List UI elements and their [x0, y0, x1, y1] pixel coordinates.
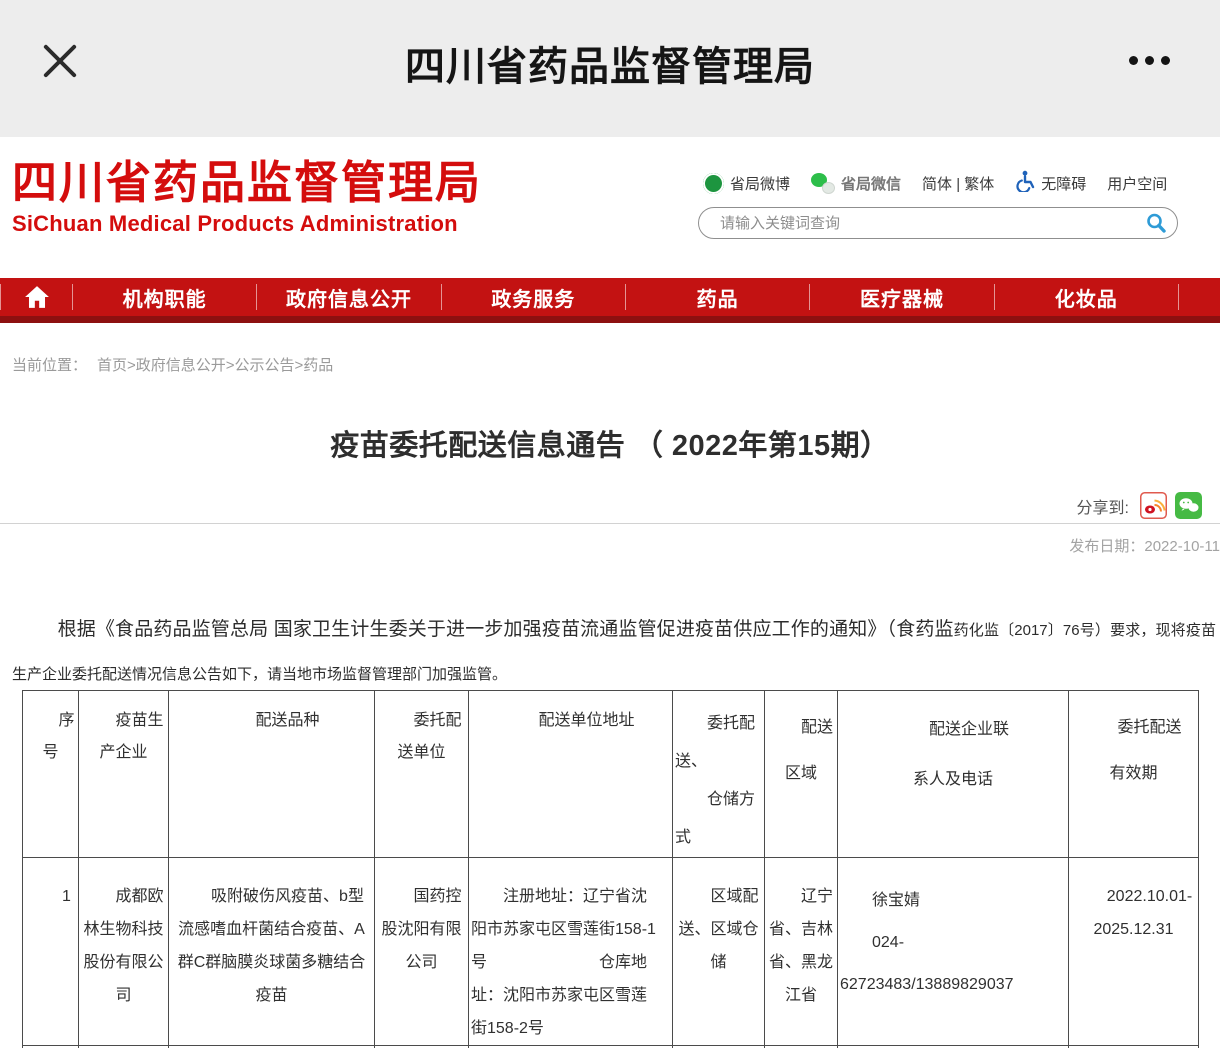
paragraph-main: 根据《食品药品监管总局 国家卫生计生委关于进一步加强疫苗流通监管促进疫苗供应工作…: [58, 619, 954, 640]
home-icon: [24, 285, 50, 309]
site-header: 四川省药品监督管理局 SiChuan Medical Products Admi…: [0, 137, 1220, 278]
wechat-page-title: 四川省药品监督管理局: [0, 34, 1220, 92]
share-label: 分享到:: [1077, 494, 1129, 518]
cell-delivery-company: 国药控 股沈阳有限 公司: [375, 858, 469, 1046]
nav-item-services[interactable]: 政务服务: [442, 278, 625, 316]
cell-product: 吸附破伤风疫苗、b型 流感嗜血杆菌结合疫苗、A 群C群脑膜炎球菌多糖结合 疫苗: [169, 858, 375, 1046]
breadcrumb-label: 当前位置：: [12, 357, 87, 374]
nav-item-gov-info[interactable]: 政府信息公开: [257, 278, 440, 316]
header-contact: 配送企业联 系人及电话: [838, 691, 1069, 858]
search-icon: [1145, 212, 1167, 234]
accessibility-link[interactable]: 无障碍: [1015, 170, 1086, 196]
wechat-link[interactable]: 省局微信: [811, 173, 901, 194]
header-manufacturer: 疫苗生 产企业: [79, 691, 169, 858]
page-title: 疫苗委托配送信息通告 （ 2022年第15期）: [0, 422, 1220, 464]
header-serial: 序 号: [23, 691, 79, 858]
share-weibo-icon[interactable]: [1140, 492, 1167, 519]
weibo-link[interactable]: 省局微博: [703, 173, 790, 194]
breadcrumb: 当前位置： 首页>政府信息公开>公示公告>药品: [12, 354, 333, 375]
divider: [0, 523, 1220, 524]
cell-contact: 徐宝婧 024- 62723483/13889829037: [838, 858, 1069, 1046]
share-row: 分享到:: [1077, 492, 1202, 519]
more-menu-icon[interactable]: [1129, 56, 1170, 65]
table-row: 1 成都欧 林生物科技 股份有限公 司 吸附破伤风疫苗、b型 流感嗜血杆菌结合疫…: [23, 858, 1199, 1046]
wechat-titlebar: 四川省药品监督管理局: [0, 0, 1220, 137]
body-paragraph: 根据《食品药品监管总局 国家卫生计生委关于进一步加强疫苗流通监管促进疫苗供应工作…: [12, 608, 1216, 696]
wechat-icon: [811, 173, 835, 194]
header-delivery-company: 委托配 送单位: [375, 691, 469, 858]
header-product: 配送品种: [169, 691, 375, 858]
header-company-address: 配送单位地址: [469, 691, 673, 858]
cell-serial: 1: [23, 858, 79, 1046]
page: 四川省药品监督管理局 四川省药品监督管理局 SiChuan Medical Pr…: [0, 0, 1220, 1048]
breadcrumb-path[interactable]: 首页>政府信息公开>公示公告>药品: [97, 357, 333, 374]
cell-company-address: 注册地址：辽宁省沈 阳市苏家屯区雪莲街158-1 号 仓库地 址：沈阳市苏家屯区…: [469, 858, 673, 1046]
main-nav: 机构职能 政府信息公开 政务服务 药品 医疗器械 化妆品: [0, 278, 1220, 323]
table-header-row: 序 号 疫苗生 产企业 配送品种 委托配 送单位 配送单位地址 委托配 送、 仓…: [23, 691, 1199, 858]
header-validity: 委托配送 有效期: [1069, 691, 1199, 858]
nav-item-cosmetics[interactable]: 化妆品: [995, 278, 1178, 316]
logo-chinese: 四川省药品监督管理局: [12, 158, 482, 208]
utility-links: 省局微博 省局微信 简体 | 繁体 无障碍 用户空间: [703, 170, 1167, 196]
cell-region: 辽宁 省、吉林 省、黑龙 江省: [765, 858, 838, 1046]
header-region: 配送 区域: [765, 691, 838, 858]
share-wechat-icon[interactable]: [1175, 492, 1202, 519]
header-delivery-mode: 委托配 送、 仓储方 式: [673, 691, 765, 858]
search-box: [698, 207, 1178, 239]
nav-home[interactable]: [1, 278, 72, 316]
user-space-link[interactable]: 用户空间: [1107, 173, 1167, 194]
accessibility-label: 无障碍: [1041, 173, 1086, 194]
weibo-icon: [703, 173, 724, 194]
nav-item-drugs[interactable]: 药品: [626, 278, 809, 316]
nav-item-medical-devices[interactable]: 医疗器械: [810, 278, 993, 316]
vaccine-delivery-table: 序 号 疫苗生 产企业 配送品种 委托配 送单位 配送单位地址 委托配 送、 仓…: [22, 690, 1199, 1048]
cell-validity: 2022.10.01- 2025.12.31: [1069, 858, 1199, 1046]
wechat-label: 省局微信: [841, 173, 901, 194]
accessibility-icon: [1015, 170, 1035, 196]
site-logo[interactable]: 四川省药品监督管理局 SiChuan Medical Products Admi…: [12, 158, 482, 237]
logo-english: SiChuan Medical Products Administration: [12, 211, 482, 237]
cell-delivery-mode: 区域配 送、区域仓 储: [673, 858, 765, 1046]
nav-item-functions[interactable]: 机构职能: [73, 278, 256, 316]
simplified-traditional-toggle[interactable]: 简体 | 繁体: [922, 173, 994, 194]
search-input[interactable]: [718, 214, 1145, 233]
search-button[interactable]: [1145, 212, 1167, 234]
cell-manufacturer: 成都欧 林生物科技 股份有限公 司: [79, 858, 169, 1046]
weibo-label: 省局微博: [730, 173, 790, 194]
publish-date: 发布日期：2022-10-11: [1069, 535, 1220, 556]
